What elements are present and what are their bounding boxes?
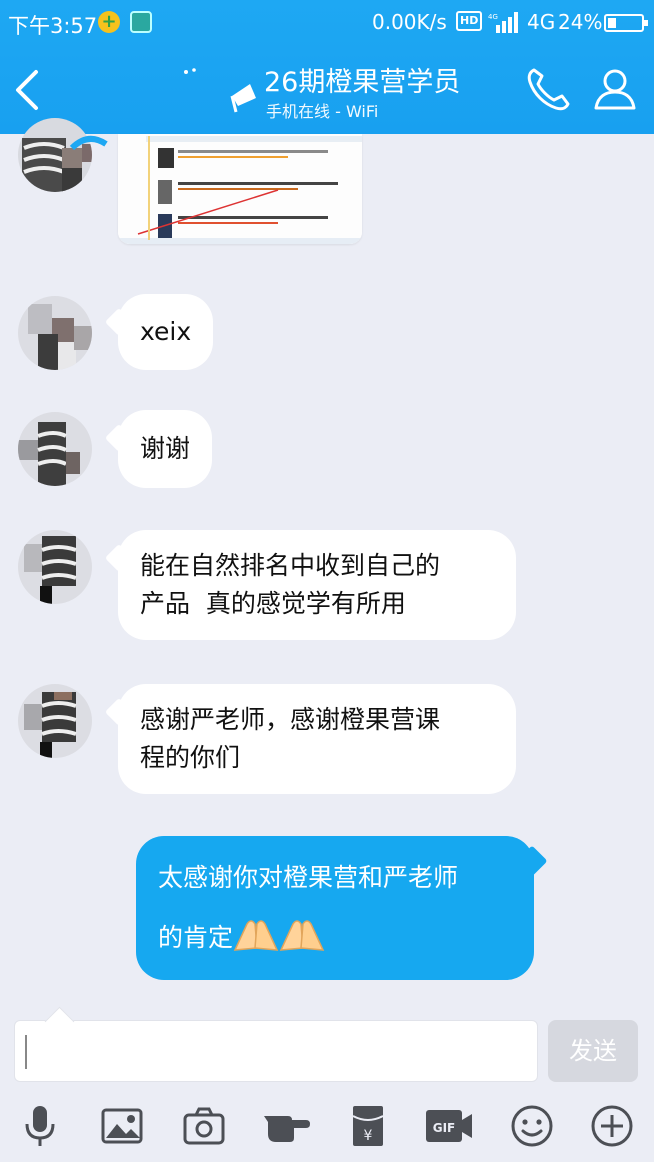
poke-icon[interactable] xyxy=(262,1104,312,1148)
header: 下午3:57 + 0.00K/s HD 4G 4G 24% 26期橙果营学员 手… xyxy=(0,0,654,134)
signal-icon: 4G xyxy=(488,12,518,33)
network-type: 4G xyxy=(527,10,556,34)
message-input-box[interactable] xyxy=(14,1020,538,1082)
avatar[interactable] xyxy=(18,684,92,758)
title-bar: 26期橙果营学员 手机在线 - WiFi xyxy=(0,46,654,134)
microphone-icon[interactable] xyxy=(18,1104,62,1148)
group-profile-icon[interactable] xyxy=(590,64,640,114)
phone-call-icon[interactable] xyxy=(524,64,574,114)
text-caret xyxy=(25,1035,27,1069)
network-speed: 0.00K/s xyxy=(372,10,447,34)
text-message[interactable]: 感谢严老师，感谢橙果营课 程的你们 xyxy=(118,684,516,794)
message-line-with-emoji: 的肯定 xyxy=(158,908,514,968)
text-message[interactable]: 谢谢 xyxy=(118,410,213,488)
message-line: 能在自然排名中收到自己的 xyxy=(140,551,441,580)
avatar[interactable] xyxy=(18,296,92,370)
own-text-message[interactable]: 太感谢你对橙果营和严老师 的肯定 xyxy=(136,836,534,980)
unread-mark-icon xyxy=(70,135,108,151)
svg-text:GIF: GIF xyxy=(433,1121,456,1135)
red-packet-icon[interactable]: ¥ xyxy=(346,1104,390,1148)
group-chat-icon xyxy=(184,68,256,113)
battery-icon xyxy=(604,14,648,32)
avatar[interactable] xyxy=(18,118,92,192)
message-input[interactable] xyxy=(23,1029,523,1073)
message-line: 感谢严老师，感谢橙果营课 xyxy=(140,705,441,734)
message-text: xeix xyxy=(140,317,192,346)
composer: 发送 ¥ GIF xyxy=(0,1000,654,1162)
chat-title: 26期橙果营学员 xyxy=(264,67,461,98)
avatar[interactable] xyxy=(18,412,92,486)
scan-app-icon xyxy=(130,11,152,33)
send-button[interactable]: 发送 xyxy=(548,1020,638,1082)
image-icon[interactable] xyxy=(100,1104,144,1148)
text-message[interactable]: 能在自然排名中收到自己的 产品 真的感觉学有所用 xyxy=(118,530,516,640)
status-bar: 下午3:57 + 0.00K/s HD 4G 4G 24% xyxy=(0,0,654,46)
folded-hands-emoji-icon xyxy=(279,920,325,951)
camera-icon[interactable] xyxy=(182,1104,226,1148)
battery-percent: 24% xyxy=(558,10,603,34)
message-line: 的肯定 xyxy=(158,923,234,952)
message-line: 太感谢你对橙果营和严老师 xyxy=(158,863,459,892)
back-button[interactable] xyxy=(10,66,46,114)
image-message[interactable] xyxy=(118,134,362,244)
gif-icon[interactable]: GIF xyxy=(424,1104,474,1148)
screenshot-thumbnail xyxy=(118,134,362,244)
text-message[interactable]: xeix xyxy=(118,294,214,370)
chat-subtitle: 手机在线 - WiFi xyxy=(266,102,379,121)
svg-text:4G: 4G xyxy=(488,13,498,21)
avatar[interactable] xyxy=(18,530,92,604)
hd-badge: HD xyxy=(456,11,483,31)
chat-title-group[interactable]: 26期橙果营学员 手机在线 - WiFi xyxy=(180,58,510,122)
svg-text:¥: ¥ xyxy=(364,1128,373,1144)
folded-hands-emoji-icon xyxy=(233,920,279,951)
status-time: 下午3:57 xyxy=(8,14,98,38)
message-text: 谢谢 xyxy=(140,434,191,463)
emoji-icon[interactable] xyxy=(510,1104,554,1148)
message-line: 产品 真的感觉学有所用 xyxy=(140,589,406,618)
message-line: 程的你们 xyxy=(140,743,241,772)
app-notification-icon: + xyxy=(98,11,120,33)
plus-icon[interactable] xyxy=(590,1104,634,1148)
